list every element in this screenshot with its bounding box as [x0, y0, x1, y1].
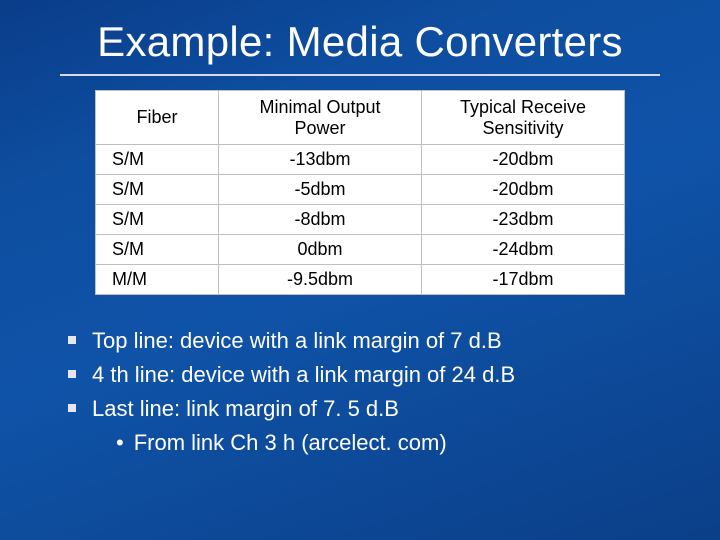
media-converters-table: Fiber Minimal Output Power Typical Recei…	[95, 90, 625, 295]
cell-fiber: S/M	[96, 205, 219, 235]
cell-sensitivity: -17dbm	[422, 265, 625, 295]
title-divider	[60, 74, 660, 76]
page-title: Example: Media Converters	[0, 0, 720, 66]
cell-fiber: M/M	[96, 265, 219, 295]
table-header-row: Fiber Minimal Output Power Typical Recei…	[96, 91, 625, 145]
table-row: S/M 0dbm -24dbm	[96, 235, 625, 265]
bullet-list: Top line: device with a link margin of 7…	[68, 325, 672, 459]
table-row: S/M -8dbm -23dbm	[96, 205, 625, 235]
square-bullet-icon	[68, 404, 76, 412]
cell-fiber: S/M	[96, 145, 219, 175]
bullet-text: 4 th line: device with a link margin of …	[92, 359, 672, 391]
cell-output: 0dbm	[219, 235, 422, 265]
slide: Example: Media Converters Fiber Minimal …	[0, 0, 720, 540]
cell-output: -8dbm	[219, 205, 422, 235]
table-container: Fiber Minimal Output Power Typical Recei…	[0, 90, 720, 295]
bullet-text: Top line: device with a link margin of 7…	[92, 325, 672, 357]
cell-sensitivity: -20dbm	[422, 175, 625, 205]
cell-output: -9.5dbm	[219, 265, 422, 295]
square-bullet-icon	[68, 336, 76, 344]
cell-output: -13dbm	[219, 145, 422, 175]
col-header-output: Minimal Output Power	[219, 91, 422, 145]
cell-output: -5dbm	[219, 175, 422, 205]
col-header-fiber: Fiber	[96, 91, 219, 145]
sub-bullet-text: From link Ch 3 h (arcelect. com)	[134, 427, 672, 459]
bullet-item: Last line: link margin of 7. 5 d.B	[68, 393, 672, 425]
table-row: M/M -9.5dbm -17dbm	[96, 265, 625, 295]
bullet-text: Last line: link margin of 7. 5 d.B	[92, 393, 672, 425]
table-row: S/M -13dbm -20dbm	[96, 145, 625, 175]
cell-sensitivity: -23dbm	[422, 205, 625, 235]
table-row: S/M -5dbm -20dbm	[96, 175, 625, 205]
cell-fiber: S/M	[96, 175, 219, 205]
bullet-item: 4 th line: device with a link margin of …	[68, 359, 672, 391]
cell-fiber: S/M	[96, 235, 219, 265]
sub-bullet-item: • From link Ch 3 h (arcelect. com)	[116, 427, 672, 459]
square-bullet-icon	[68, 370, 76, 378]
cell-sensitivity: -24dbm	[422, 235, 625, 265]
col-header-sensitivity: Typical Receive Sensitivity	[422, 91, 625, 145]
cell-sensitivity: -20dbm	[422, 145, 625, 175]
bullet-item: Top line: device with a link margin of 7…	[68, 325, 672, 357]
dot-bullet-icon: •	[116, 427, 124, 459]
